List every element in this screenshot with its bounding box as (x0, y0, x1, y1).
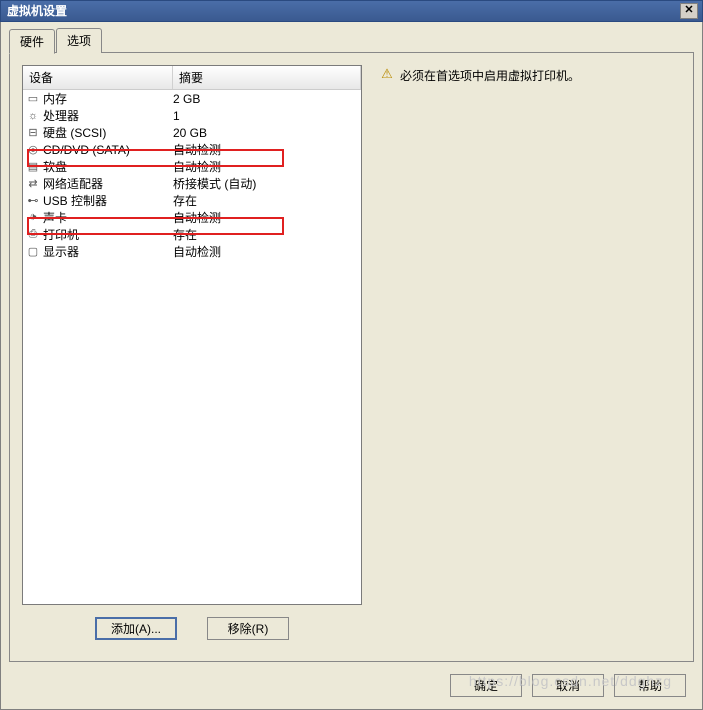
header-device[interactable]: 设备 (23, 66, 173, 89)
device-summary: 自动检测 (173, 209, 359, 226)
info-text: 必须在首选项中启用虚拟打印机。 (400, 67, 580, 84)
device-name: USB 控制器 (43, 192, 173, 209)
device-summary: 桥接模式 (自动) (173, 175, 359, 192)
list-header: 设备 摘要 (23, 66, 361, 90)
device-summary: 存在 (173, 192, 359, 209)
printer-icon: ⎙ (25, 228, 41, 242)
tab-strip: 硬件 选项 (9, 28, 694, 53)
list-buttons: 添加(A)... 移除(R) (22, 617, 362, 640)
disk-icon: ⊟ (25, 126, 41, 140)
network-icon: ⇄ (25, 177, 41, 191)
window-body: 硬件 选项 设备 摘要 ▭内存2 GB☼处理器1⊟硬盘 (SCSI)20 GB◎… (0, 22, 703, 710)
dialog-footer: 确定 取消 帮助 (450, 674, 686, 697)
left-column: 设备 摘要 ▭内存2 GB☼处理器1⊟硬盘 (SCSI)20 GB◎CD/DVD… (22, 65, 362, 649)
right-column: ⚠ 必须在首选项中启用虚拟打印机。 (380, 65, 681, 649)
device-row[interactable]: ⇄网络适配器桥接模式 (自动) (23, 175, 361, 192)
device-name: CD/DVD (SATA) (43, 143, 173, 157)
device-row[interactable]: ▤软盘自动检测 (23, 158, 361, 175)
cd-icon: ◎ (25, 143, 41, 157)
tab-content: 设备 摘要 ▭内存2 GB☼处理器1⊟硬盘 (SCSI)20 GB◎CD/DVD… (9, 52, 694, 662)
device-row[interactable]: ▭内存2 GB (23, 90, 361, 107)
device-name: 硬盘 (SCSI) (43, 124, 173, 141)
device-name: 内存 (43, 90, 173, 107)
usb-icon: ⊷ (25, 194, 41, 208)
device-summary: 1 (173, 109, 359, 123)
memory-icon: ▭ (25, 92, 41, 106)
device-name: 声卡 (43, 209, 173, 226)
title-bar: 虚拟机设置 ✕ (0, 0, 703, 22)
device-name: 处理器 (43, 107, 173, 124)
device-row[interactable]: ◎CD/DVD (SATA)自动检测 (23, 141, 361, 158)
list-body: ▭内存2 GB☼处理器1⊟硬盘 (SCSI)20 GB◎CD/DVD (SATA… (23, 90, 361, 260)
device-row[interactable]: ☼处理器1 (23, 107, 361, 124)
device-summary: 自动检测 (173, 158, 359, 175)
help-button[interactable]: 帮助 (614, 674, 686, 697)
device-name: 软盘 (43, 158, 173, 175)
cancel-button[interactable]: 取消 (532, 674, 604, 697)
sound-icon: 🕩 (25, 211, 41, 225)
device-summary: 2 GB (173, 92, 359, 106)
remove-button[interactable]: 移除(R) (207, 617, 289, 640)
device-row[interactable]: 🕩声卡自动检测 (23, 209, 361, 226)
display-icon: ▢ (25, 245, 41, 259)
device-summary: 自动检测 (173, 243, 359, 260)
tab-hardware[interactable]: 硬件 (9, 29, 55, 54)
device-row[interactable]: ▢显示器自动检测 (23, 243, 361, 260)
device-summary: 自动检测 (173, 141, 359, 158)
cpu-icon: ☼ (25, 109, 41, 123)
device-row[interactable]: ⊷USB 控制器存在 (23, 192, 361, 209)
device-row[interactable]: ⎙打印机存在 (23, 226, 361, 243)
header-summary[interactable]: 摘要 (173, 66, 361, 89)
window-title: 虚拟机设置 (5, 0, 67, 22)
warning-icon: ⚠ (380, 67, 394, 81)
floppy-icon: ▤ (25, 160, 41, 174)
ok-button[interactable]: 确定 (450, 674, 522, 697)
info-message: ⚠ 必须在首选项中启用虚拟打印机。 (380, 67, 681, 84)
device-name: 打印机 (43, 226, 173, 243)
device-list: 设备 摘要 ▭内存2 GB☼处理器1⊟硬盘 (SCSI)20 GB◎CD/DVD… (22, 65, 362, 605)
device-name: 网络适配器 (43, 175, 173, 192)
tab-options[interactable]: 选项 (56, 28, 102, 53)
close-button[interactable]: ✕ (680, 3, 698, 19)
device-summary: 20 GB (173, 126, 359, 140)
device-row[interactable]: ⊟硬盘 (SCSI)20 GB (23, 124, 361, 141)
device-summary: 存在 (173, 226, 359, 243)
add-button[interactable]: 添加(A)... (95, 617, 177, 640)
device-name: 显示器 (43, 243, 173, 260)
